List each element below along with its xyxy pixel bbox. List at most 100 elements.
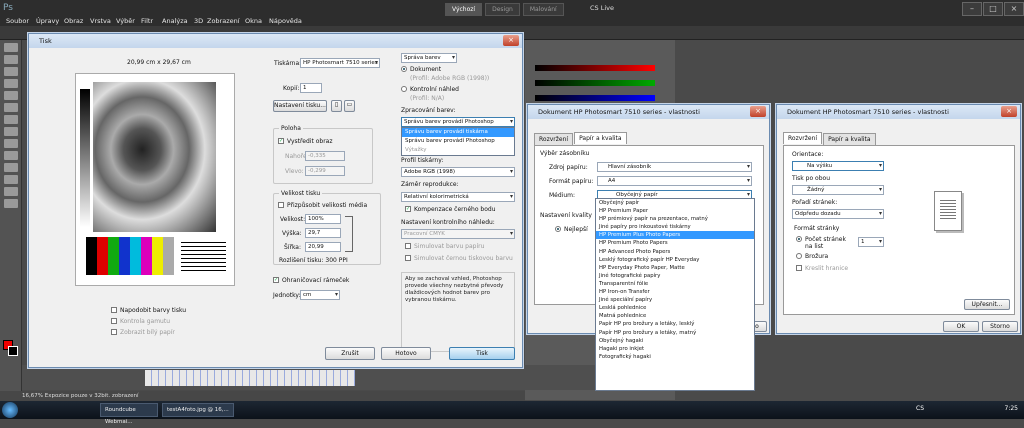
page-order-select[interactable]: Odpředu dozadu [792,209,884,219]
bounding-box-checkbox[interactable]: ✓ [273,277,279,283]
media-option[interactable]: Matná pohlednice [596,312,754,320]
brush-tool-icon[interactable] [3,115,18,124]
menu-3d[interactable]: 3D [194,17,203,25]
duplex-select[interactable]: Žádný [792,185,884,195]
move-tool-icon[interactable] [3,43,18,52]
orientation-select[interactable]: Na výšku [792,161,884,171]
media-option[interactable]: Transparentní fólie [596,280,754,288]
minimize-icon[interactable]: – [962,2,982,16]
media-option[interactable]: Jiné papíry pro inkoustové tiskárny [596,223,754,231]
landscape-icon[interactable]: ▭ [344,100,355,112]
zoom-tool-icon[interactable] [3,199,18,208]
wand-tool-icon[interactable] [3,79,18,88]
media-option[interactable]: Obyčejný hagaki [596,337,754,345]
media-option[interactable]: Jiné speciální papíry [596,296,754,304]
booklet-radio[interactable] [796,253,802,259]
left-input[interactable]: -0,299 [305,166,345,176]
taskbar-item-photoshop[interactable]: testA4foto.jpg @ 16,... [162,403,234,417]
media-option[interactable]: Obyčejný papír [596,199,754,207]
media-option[interactable]: Papír HP pro brožury a letáky, matný [596,329,754,337]
print-settings-button[interactable]: Nastavení tisku... [273,100,327,112]
close-icon[interactable]: × [1001,106,1017,117]
language-indicator[interactable]: CS [916,405,924,412]
start-button[interactable] [2,402,18,418]
draw-borders-checkbox[interactable] [796,265,802,271]
stamp-tool-icon[interactable] [3,127,18,136]
hand-tool-icon[interactable] [3,187,18,196]
media-option[interactable]: HP Everyday Photo Paper, Matte [596,264,754,272]
simulate-black-checkbox[interactable] [405,255,411,261]
workspace-design-button[interactable]: Design [485,3,520,16]
media-option[interactable]: HP Advanced Photo Papers [596,248,754,256]
close-icon[interactable]: × [750,106,766,117]
maximize-icon[interactable]: □ [983,2,1003,16]
center-image-checkbox[interactable]: ✓ [278,138,284,144]
paper-source-select[interactable]: Hlavní zásobník [597,162,752,172]
menu-layer[interactable]: Vrstva [90,17,111,25]
tab-paper-quality[interactable]: Papír a kvalita [574,132,627,144]
menu-analysis[interactable]: Analýza [162,17,188,25]
media-option[interactable]: Jiné fotografické papíry [596,272,754,280]
background-color-swatch[interactable] [8,346,18,356]
units-select[interactable]: cm [300,290,340,300]
proof-radio[interactable] [401,86,407,92]
menu-edit[interactable]: Úpravy [36,17,59,25]
close-icon[interactable]: × [1004,2,1024,16]
tab-layout[interactable]: Rozvržení [534,133,574,145]
done-button[interactable]: Hotovo [381,347,431,360]
media-option[interactable]: Lesklá pohlednice [596,304,754,312]
media-option[interactable]: HP Iron-on Transfer [596,288,754,296]
print-button[interactable]: Tisk [449,347,515,360]
media-option[interactable]: HP Premium Photo Papers [596,239,754,247]
crop-tool-icon[interactable] [3,91,18,100]
tab-paper-quality[interactable]: Papír a kvalita [823,133,876,145]
best-quality-radio[interactable] [555,226,561,232]
fit-media-checkbox[interactable] [278,202,284,208]
workspace-default-button[interactable]: Výchozí [445,3,483,16]
text-tool-icon[interactable] [3,163,18,172]
gradient-tool-icon[interactable] [3,151,18,160]
menu-select[interactable]: Výběr [116,17,135,25]
simulate-paper-checkbox[interactable] [405,243,411,249]
color-handling-option[interactable]: Správu barev provádí tiskárna [402,128,514,137]
portrait-icon[interactable]: ▯ [331,100,342,112]
gamut-warning-checkbox[interactable] [111,318,117,324]
menu-help[interactable]: Nápověda [269,17,302,25]
height-input[interactable]: 29,7 [305,228,341,238]
link-proportions-icon[interactable] [345,216,353,252]
ok-button[interactable]: OK [943,321,979,332]
cancel-button[interactable]: Storno [982,321,1018,332]
color-handling-select[interactable]: Správu barev provádí Photoshop [401,117,515,127]
menu-filter[interactable]: Filtr [141,17,153,25]
match-print-colors-checkbox[interactable] [111,307,117,313]
tab-layout[interactable]: Rozvržení [783,132,823,144]
menu-file[interactable]: Soubor [6,17,29,25]
width-input[interactable]: 20,99 [305,242,341,252]
color-handling-option[interactable]: Správu barev provádí Photoshop [402,137,514,146]
menu-window[interactable]: Okna [245,17,262,25]
proof-setup-select[interactable]: Pracovní CMYK [401,229,515,239]
green-slider[interactable] [535,80,655,86]
menu-view[interactable]: Zobrazení [207,17,240,25]
document-radio[interactable] [401,66,407,72]
media-option[interactable]: Lesklý fotografický papír HP Everyday [596,256,754,264]
printer-profile-select[interactable]: Adobe RGB (1998) [401,167,515,177]
close-icon[interactable]: × [503,35,519,46]
pages-per-sheet-radio[interactable] [796,236,802,242]
color-management-select[interactable]: Správa barev [401,53,457,63]
printer-select[interactable]: HP Photosmart 7510 series [300,58,380,68]
media-option[interactable]: Fotografický hagaki [596,353,754,361]
copies-input[interactable]: 1 [300,83,322,93]
workspace-painting-button[interactable]: Malování [522,3,564,16]
lasso-tool-icon[interactable] [3,67,18,76]
cs-live-button[interactable]: CS Live [590,4,614,12]
media-option-selected[interactable]: HP Premium Plus Photo Papers [596,231,754,240]
scale-input[interactable]: 100% [305,214,341,224]
taskbar-item-roundcube[interactable]: Roundcube Webmai... [100,403,158,425]
marquee-tool-icon[interactable] [3,55,18,64]
show-paper-white-checkbox[interactable] [111,329,117,335]
pages-per-sheet-select[interactable]: 1 [858,237,884,247]
paper-format-select[interactable]: A4 [597,176,752,186]
media-option[interactable]: Hagaki pro inkjet [596,345,754,353]
eyedropper-tool-icon[interactable] [3,103,18,112]
